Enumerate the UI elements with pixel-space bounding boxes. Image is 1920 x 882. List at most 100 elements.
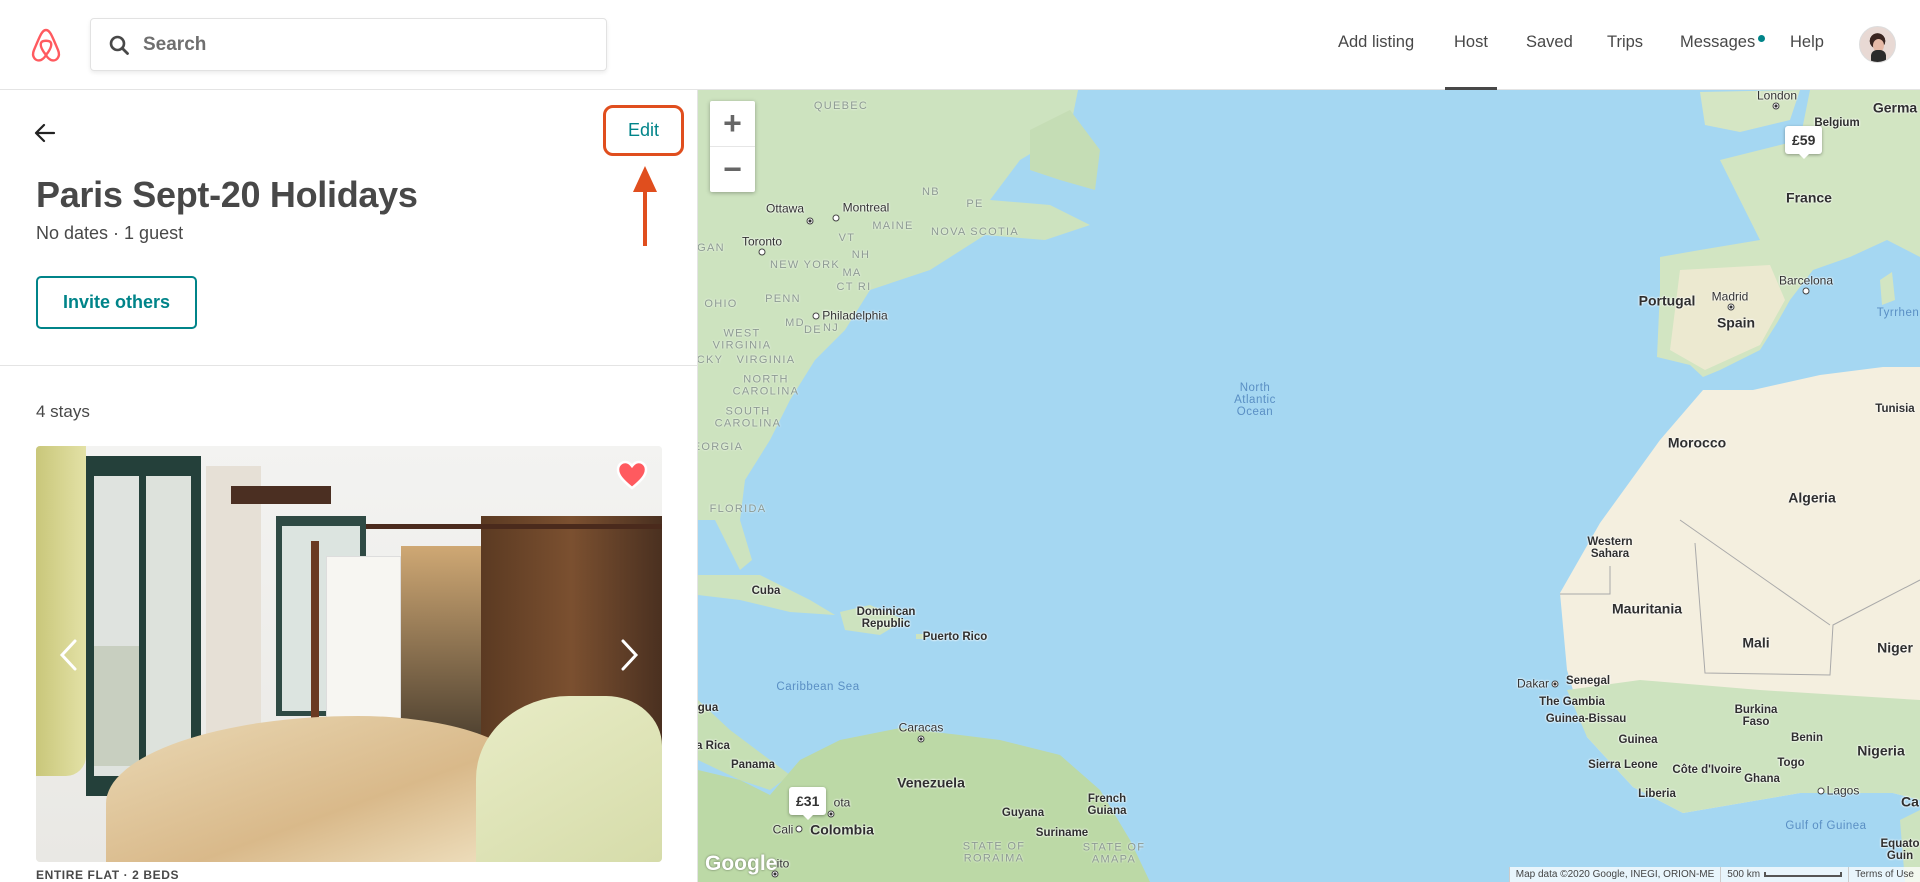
divider	[0, 365, 698, 366]
stays-count: 4 stays	[36, 402, 90, 421]
map-label: Tyrrhen	[1876, 306, 1920, 319]
city-dot-icon	[1551, 680, 1559, 688]
city-dot-icon	[1727, 303, 1735, 311]
map-attribution: Map data ©2020 Google, INEGI, ORION-ME	[1508, 867, 1721, 882]
map-scale-label: 500 km	[1727, 869, 1761, 880]
nav-messages[interactable]: Messages	[1680, 33, 1755, 52]
map-label: French Guiana	[1087, 792, 1127, 817]
nav-saved[interactable]: Saved	[1526, 33, 1573, 52]
search-icon	[109, 35, 129, 55]
map-label: a Rica	[698, 739, 730, 752]
zoom-out-button[interactable]: −	[710, 146, 755, 191]
map-label: NOVA SCOTIA	[930, 226, 1020, 239]
map-label: Dakar	[1516, 676, 1550, 691]
map-label: Niger	[1877, 639, 1913, 656]
search-input[interactable]	[143, 33, 563, 56]
user-avatar[interactable]	[1859, 26, 1896, 63]
active-tab-indicator	[1445, 87, 1497, 90]
zoom-in-button[interactable]: +	[710, 101, 755, 146]
city-dot-icon	[771, 870, 779, 878]
map-label: EORGIA	[698, 441, 744, 454]
map-label: Mali	[1742, 634, 1770, 651]
map[interactable]: + − Google Map data ©2020 Google, INEGI,…	[698, 90, 1920, 882]
map-label: Toronto	[741, 234, 783, 249]
map-scale: 500 km	[1720, 867, 1848, 882]
map-label: France	[1786, 189, 1832, 206]
map-label: Tunisia	[1875, 402, 1915, 415]
map-label: Guinea-Bissau	[1545, 712, 1627, 725]
map-label: Portugal	[1638, 292, 1696, 309]
map-label: STATE OF RORAIMA	[962, 840, 1026, 864]
airbnb-logo-icon[interactable]	[28, 26, 64, 64]
map-label: London	[1756, 90, 1798, 103]
map-label: VIRGINIA	[736, 354, 796, 367]
map-label: STATE OF AMAPA	[1082, 841, 1146, 865]
map-label: QUEBEC	[813, 100, 869, 113]
top-nav-bar: Add listing Host Saved Trips Messages He…	[0, 0, 1920, 90]
map-label: Senegal	[1565, 674, 1611, 687]
map-label: Sierra Leone	[1588, 758, 1658, 771]
listing-photo[interactable]	[36, 446, 662, 862]
city-dot-icon	[832, 214, 840, 222]
map-label: Algeria	[1788, 489, 1836, 506]
map-label: Ottawa	[765, 201, 805, 216]
map-label: MD	[785, 317, 805, 330]
map-label: Germa	[1872, 99, 1918, 116]
invite-others-button[interactable]: Invite others	[36, 276, 197, 329]
map-label: gua	[698, 701, 719, 714]
page-title: Paris Sept-20 Holidays	[36, 174, 418, 215]
chevron-right-icon[interactable]	[616, 637, 642, 673]
map-label: CKY	[698, 354, 724, 367]
arrow-left-icon[interactable]	[32, 120, 58, 146]
city-dot-icon	[758, 248, 766, 256]
map-label: Burkina Faso	[1734, 703, 1778, 728]
map-label: Togo	[1777, 756, 1805, 769]
map-label: Suriname	[1035, 826, 1089, 839]
map-label: SOUTH CAROLINA	[714, 405, 782, 429]
map-label: OHIO	[704, 298, 738, 311]
city-dot-icon	[1772, 102, 1780, 110]
map-label: Montreal	[842, 200, 890, 215]
map-label: Venezuela	[897, 774, 965, 791]
nav-host[interactable]: Host	[1454, 33, 1488, 52]
search-bar[interactable]	[90, 18, 607, 71]
nav-help[interactable]: Help	[1790, 33, 1824, 52]
city-dot-icon	[1802, 287, 1810, 295]
map-label: Madrid	[1711, 289, 1749, 304]
map-label: NORTH CAROLINA	[732, 373, 800, 397]
edit-button[interactable]: Edit	[628, 120, 659, 141]
map-label: MA	[842, 267, 862, 280]
unread-badge	[1758, 35, 1765, 42]
price-marker[interactable]: £31	[789, 787, 827, 820]
map-label: VT	[838, 232, 856, 245]
map-label: Equato Guin	[1880, 837, 1920, 862]
map-label: Guinea	[1618, 733, 1658, 746]
map-label: Gulf of Guinea	[1785, 819, 1867, 832]
city-dot-icon	[917, 735, 925, 743]
map-label: MAINE	[872, 220, 914, 233]
listing-type: ENTIRE FLAT · 2 BEDS	[36, 868, 180, 882]
map-label: DE	[804, 324, 822, 337]
map-label: PENN	[765, 293, 801, 306]
nav-add-listing[interactable]: Add listing	[1338, 33, 1414, 52]
city-dot-icon	[806, 217, 814, 225]
annotation-arrow-icon	[633, 166, 657, 246]
map-label: NEW YORK	[769, 259, 841, 272]
map-label: Spain	[1716, 314, 1756, 331]
trip-details: No dates · 1 guest	[36, 223, 184, 243]
heart-icon[interactable]	[616, 460, 648, 490]
price-marker[interactable]: £59	[1785, 126, 1823, 159]
city-dot-icon	[795, 825, 803, 833]
map-label: Nigeria	[1857, 742, 1905, 759]
map-footer: Map data ©2020 Google, INEGI, ORION-ME 5…	[1508, 867, 1920, 882]
chevron-left-icon[interactable]	[56, 637, 82, 673]
map-label: Dominican Republic	[856, 605, 916, 630]
nav-trips[interactable]: Trips	[1607, 33, 1643, 52]
terms-of-use-link[interactable]: Terms of Use	[1848, 867, 1920, 882]
map-label: Ghana	[1744, 772, 1780, 785]
map-label: GAN	[698, 242, 725, 255]
map-label: Lagos	[1826, 783, 1860, 798]
map-label: Caracas	[898, 720, 944, 735]
map-label: Western Sahara	[1587, 535, 1633, 560]
map-label: Ca	[1901, 793, 1919, 810]
